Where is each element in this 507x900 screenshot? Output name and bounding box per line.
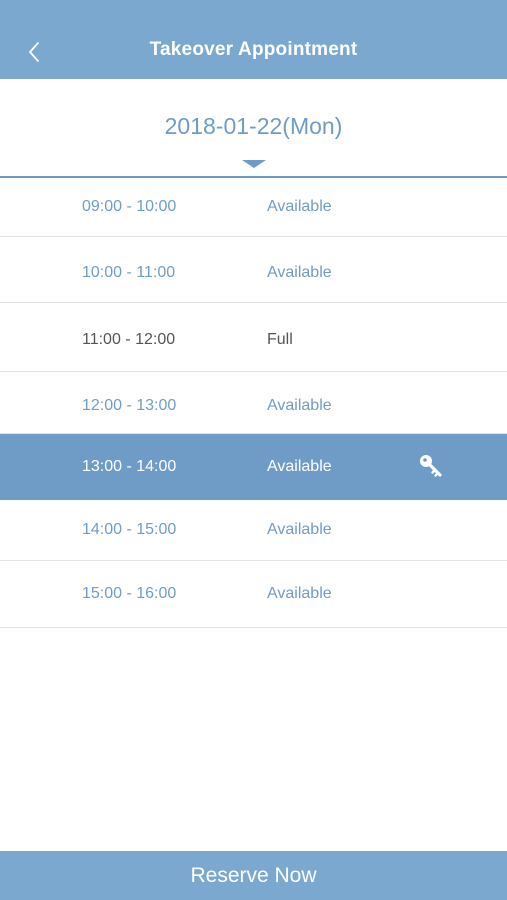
app-header: Takeover Appointment [0,0,507,79]
time-slot-row[interactable]: 11:00 - 12:00 Full [0,303,507,372]
time-slot-row[interactable]: 12:00 - 13:00 Available [0,372,507,434]
time-slot-row[interactable]: 14:00 - 15:00 Available [0,500,507,561]
reserve-now-button[interactable]: Reserve Now [0,851,507,900]
slot-time: 11:00 - 12:00 [82,331,176,348]
time-slot-list: 09:00 - 10:00 Available 10:00 - 11:00 Av… [0,178,507,628]
page-title: Takeover Appointment [149,39,358,60]
slot-time: 13:00 - 14:00 [82,458,177,475]
slot-status: Available [267,198,332,215]
slot-time: 09:00 - 10:00 [82,198,177,215]
key-icon [420,455,442,477]
time-slot-row-selected[interactable]: 13:00 - 14:00 Available [0,434,507,500]
time-slot-row[interactable]: 10:00 - 11:00 Available [0,237,507,303]
slot-time: 14:00 - 15:00 [82,521,177,538]
slot-status: Available [267,458,332,475]
slot-time: 10:00 - 11:00 [82,264,176,281]
date-selector[interactable]: 2018-01-22(Mon) [0,79,507,178]
slot-time: 12:00 - 13:00 [82,397,177,414]
selected-date: 2018-01-22(Mon) [164,113,343,139]
slot-status: Available [267,521,332,538]
time-slot-row[interactable]: 09:00 - 10:00 Available [0,178,507,237]
slot-time: 15:00 - 16:00 [82,585,177,602]
slot-status: Available [267,585,332,602]
slot-status: Available [267,397,332,414]
slot-status: Available [267,264,332,281]
caret-down-icon [242,160,266,168]
time-slot-row[interactable]: 15:00 - 16:00 Available [0,561,507,628]
slot-status: Full [267,331,293,348]
